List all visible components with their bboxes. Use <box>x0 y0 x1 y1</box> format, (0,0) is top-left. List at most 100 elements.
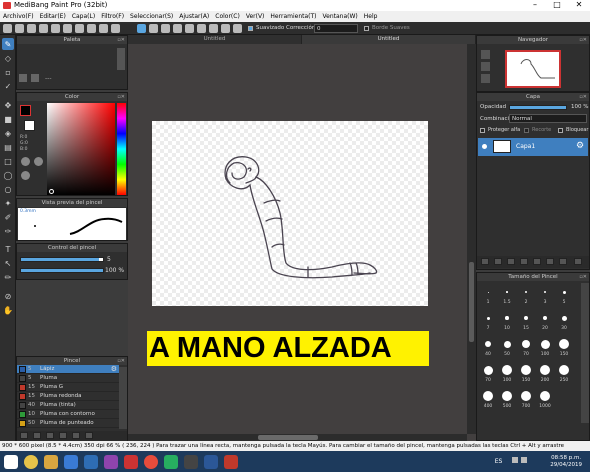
brush-size-option[interactable]: 1.5 <box>498 284 516 308</box>
minimize-button[interactable]: – <box>524 0 546 11</box>
menu-herramienta[interactable]: Herramienta(T) <box>270 13 316 20</box>
deselect-icon[interactable] <box>75 24 84 33</box>
brush-opacity-slider[interactable] <box>20 268 104 273</box>
start-icon[interactable] <box>4 454 18 469</box>
brush-row[interactable]: 50 Pluma de punteado <box>17 419 119 428</box>
ellipse-tool-icon[interactable]: ○ <box>2 183 14 195</box>
brush-size-option[interactable]: 30 <box>555 310 573 334</box>
eyedropper-tool-icon[interactable]: ✏ <box>2 271 14 283</box>
lock-checkbox[interactable] <box>558 128 563 133</box>
brush-size-option[interactable]: 200 <box>536 362 554 386</box>
palette-delete-icon[interactable] <box>31 74 39 82</box>
zoom-in-icon[interactable] <box>481 50 490 59</box>
chrome-alt-icon[interactable] <box>144 454 158 469</box>
menu-ver[interactable]: Ver(V) <box>246 13 265 20</box>
panel-menu-icon[interactable]: ▫✕ <box>579 36 587 44</box>
brush-size-option[interactable]: 15 <box>517 310 535 334</box>
brush-size-option[interactable]: 100 <box>498 362 516 386</box>
drawing-canvas[interactable] <box>152 121 428 306</box>
snap-parallel-icon[interactable] <box>149 24 158 33</box>
vertical-scroll-thumb[interactable] <box>469 262 474 342</box>
gradient-tool-icon[interactable]: ▤ <box>2 141 14 153</box>
color-saturation-area[interactable] <box>47 103 115 195</box>
brush-size-option[interactable]: 10 <box>498 310 516 334</box>
layer-visibility-icon[interactable] <box>482 144 487 149</box>
dot-tool-icon[interactable]: ▫ <box>2 66 14 78</box>
brush-size-option[interactable]: 1000 <box>536 388 554 412</box>
color-picker-cursor[interactable] <box>49 189 54 194</box>
menu-ventana[interactable]: Ventana(W) <box>323 13 358 20</box>
rotate-icon[interactable] <box>481 74 490 83</box>
snap-radial-icon[interactable] <box>185 24 194 33</box>
menu-ajustar[interactable]: Ajustar(A) <box>179 13 209 20</box>
layer-settings-icon[interactable]: ⚙ <box>576 141 584 151</box>
protect-alpha-checkbox[interactable] <box>480 128 485 133</box>
menu-filtro[interactable]: Filtro(F) <box>101 13 124 20</box>
add-folder-icon[interactable] <box>507 258 515 265</box>
brush-size-option[interactable]: 1 <box>479 284 497 308</box>
snap-perspective-icon[interactable] <box>233 24 242 33</box>
brush-size-option[interactable]: 700 <box>517 388 535 412</box>
cloud-brush-icon[interactable] <box>46 432 54 439</box>
menu-editar[interactable]: Editar(E) <box>40 13 66 20</box>
divide-tool-icon[interactable]: ⊘ <box>2 290 14 302</box>
brush-size-option[interactable]: 500 <box>498 388 516 412</box>
select-pen-icon[interactable]: ✐ <box>2 211 14 223</box>
delete-layer-icon[interactable] <box>574 258 582 265</box>
language-indicator[interactable]: ES <box>495 458 503 465</box>
brush-size-option[interactable]: 3 <box>536 284 554 308</box>
brush-size-option[interactable]: 20 <box>536 310 554 334</box>
grid-icon[interactable] <box>63 24 72 33</box>
chrome-icon[interactable] <box>24 454 38 469</box>
move-layer-up-icon[interactable] <box>546 258 554 265</box>
brush-list-scrollbar[interactable] <box>119 367 127 429</box>
add-layer-icon[interactable] <box>481 258 489 265</box>
color-wheel-icon[interactable] <box>21 157 30 166</box>
copy-layer-icon[interactable] <box>520 258 528 265</box>
brush-size-slider[interactable] <box>20 257 104 262</box>
store-icon[interactable] <box>84 454 98 469</box>
menu-archivo[interactable]: Archivo(F) <box>3 13 34 20</box>
menu-color[interactable]: Color(C) <box>215 13 240 20</box>
layer-row-capa1[interactable]: Capa1 ⚙ <box>478 138 588 156</box>
lasso-tool-icon[interactable]: ◯ <box>2 169 14 181</box>
brush-tool-icon[interactable]: ✎ <box>2 38 14 50</box>
magic-wand-icon[interactable]: ✦ <box>2 197 14 209</box>
brush-size-option[interactable]: 40 <box>479 336 497 360</box>
app-icon-2[interactable] <box>104 454 118 469</box>
horizontal-scroll-thumb[interactable] <box>258 435 318 440</box>
import-brush-icon[interactable] <box>59 432 67 439</box>
export-brush-icon[interactable] <box>72 432 80 439</box>
blend-mode-select[interactable]: Normal <box>509 114 587 123</box>
smooth-border-checkbox[interactable] <box>364 26 369 31</box>
move-tool-icon[interactable]: ✥ <box>2 99 14 111</box>
snap-circle-icon[interactable] <box>197 24 206 33</box>
foreground-color-swatch[interactable] <box>20 105 31 116</box>
brush-size-option[interactable]: 150 <box>555 336 573 360</box>
brush-settings-icon[interactable]: ⚙ <box>111 365 117 374</box>
brush-size-scrollbar[interactable] <box>581 283 589 423</box>
app-icon-4[interactable] <box>184 454 198 469</box>
canvas-horizontal-scrollbar[interactable] <box>128 434 467 441</box>
panel-menu-icon[interactable]: ▫✕ <box>117 36 125 44</box>
color-add-icon[interactable] <box>21 171 30 180</box>
copy-brush-icon[interactable] <box>33 432 41 439</box>
save-icon[interactable] <box>27 24 36 33</box>
correction-select[interactable]: 0 <box>314 24 358 33</box>
brush-size-option[interactable]: 250 <box>555 362 573 386</box>
menu-help[interactable]: Help <box>364 13 378 20</box>
background-color-swatch[interactable] <box>24 120 35 131</box>
app-icon-3[interactable] <box>164 454 178 469</box>
add-brush-icon[interactable] <box>20 432 28 439</box>
clock[interactable]: 08:58 p.m. 29/04/2019 <box>550 455 582 469</box>
select-eraser-icon[interactable]: ✑ <box>2 225 14 237</box>
cloud-icon[interactable] <box>39 24 48 33</box>
layer-opacity-slider[interactable] <box>509 105 567 110</box>
eraser-tool-icon[interactable]: ◇ <box>2 52 14 64</box>
redo-icon[interactable] <box>111 24 120 33</box>
move-layer-down-icon[interactable] <box>559 258 567 265</box>
panel-menu-icon[interactable]: ▫✕ <box>117 93 125 101</box>
undo-icon[interactable] <box>99 24 108 33</box>
folder-icon[interactable] <box>44 454 58 469</box>
medibang-icon[interactable] <box>124 454 138 469</box>
